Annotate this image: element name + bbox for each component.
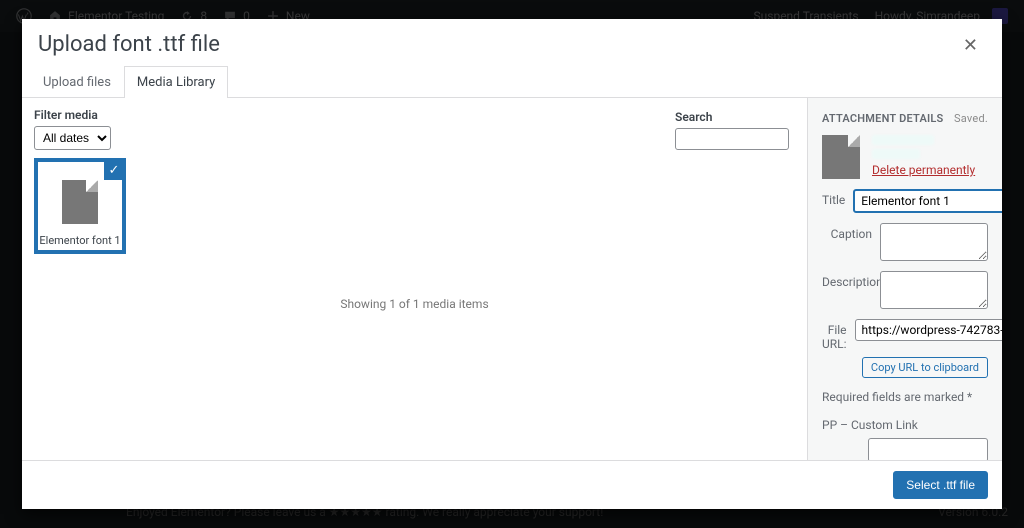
filter-media-label: Filter media <box>34 108 111 122</box>
file-icon <box>62 180 98 224</box>
description-input[interactable] <box>880 271 988 309</box>
media-status: Showing 1 of 1 media items <box>340 297 488 311</box>
tab-upload-files[interactable]: Upload files <box>30 66 124 98</box>
pp-custom-link-label: PP – Custom Link <box>822 418 988 432</box>
media-modal-overlay: Upload font .ttf file ✕ Upload files Med… <box>0 0 1024 528</box>
media-library-frame: Filter media All dates Search ✓ Ele <box>22 98 807 460</box>
close-icon: ✕ <box>963 35 978 56</box>
fileurl-input[interactable] <box>855 319 1002 341</box>
title-input[interactable] <box>853 189 1002 213</box>
required-note: Required fields are marked * <box>822 390 988 404</box>
date-filter-select[interactable]: All dates <box>34 126 111 150</box>
modal-title: Upload font .ttf file <box>38 31 220 60</box>
details-heading: ATTACHMENT DETAILS <box>822 112 944 125</box>
title-label: Title <box>822 189 845 207</box>
file-thumb-icon <box>822 135 860 179</box>
attachment-label: Elementor font 1 <box>38 234 122 247</box>
attachments-grid: ✓ Elementor font 1 Showing 1 of 1 media … <box>34 158 795 450</box>
pp-custom-link-input[interactable] <box>868 438 988 460</box>
search-label: Search <box>675 110 789 124</box>
description-label: Description <box>822 271 872 289</box>
saved-indicator: Saved. <box>954 112 988 125</box>
check-icon[interactable]: ✓ <box>104 160 124 180</box>
attachment-item[interactable]: ✓ Elementor font 1 <box>34 158 126 254</box>
file-meta: Delete permanently <box>872 135 988 177</box>
modal-tabs: Upload files Media Library <box>22 66 1002 98</box>
caption-input[interactable] <box>880 223 988 261</box>
close-button[interactable]: ✕ <box>955 31 986 60</box>
media-modal: Upload font .ttf file ✕ Upload files Med… <box>22 19 1002 509</box>
copy-url-button[interactable]: Copy URL to clipboard <box>862 357 988 378</box>
attachment-details-pane: ATTACHMENT DETAILS Saved. Delete permane… <box>807 98 1002 460</box>
fileurl-label: File URL: <box>822 319 847 351</box>
tab-media-library[interactable]: Media Library <box>124 66 228 98</box>
select-ttf-button[interactable]: Select .ttf file <box>893 471 988 499</box>
caption-label: Caption <box>822 223 872 241</box>
delete-permanently-link[interactable]: Delete permanently <box>872 163 975 177</box>
modal-footer: Select .ttf file <box>22 460 1002 509</box>
search-input[interactable] <box>675 128 789 150</box>
